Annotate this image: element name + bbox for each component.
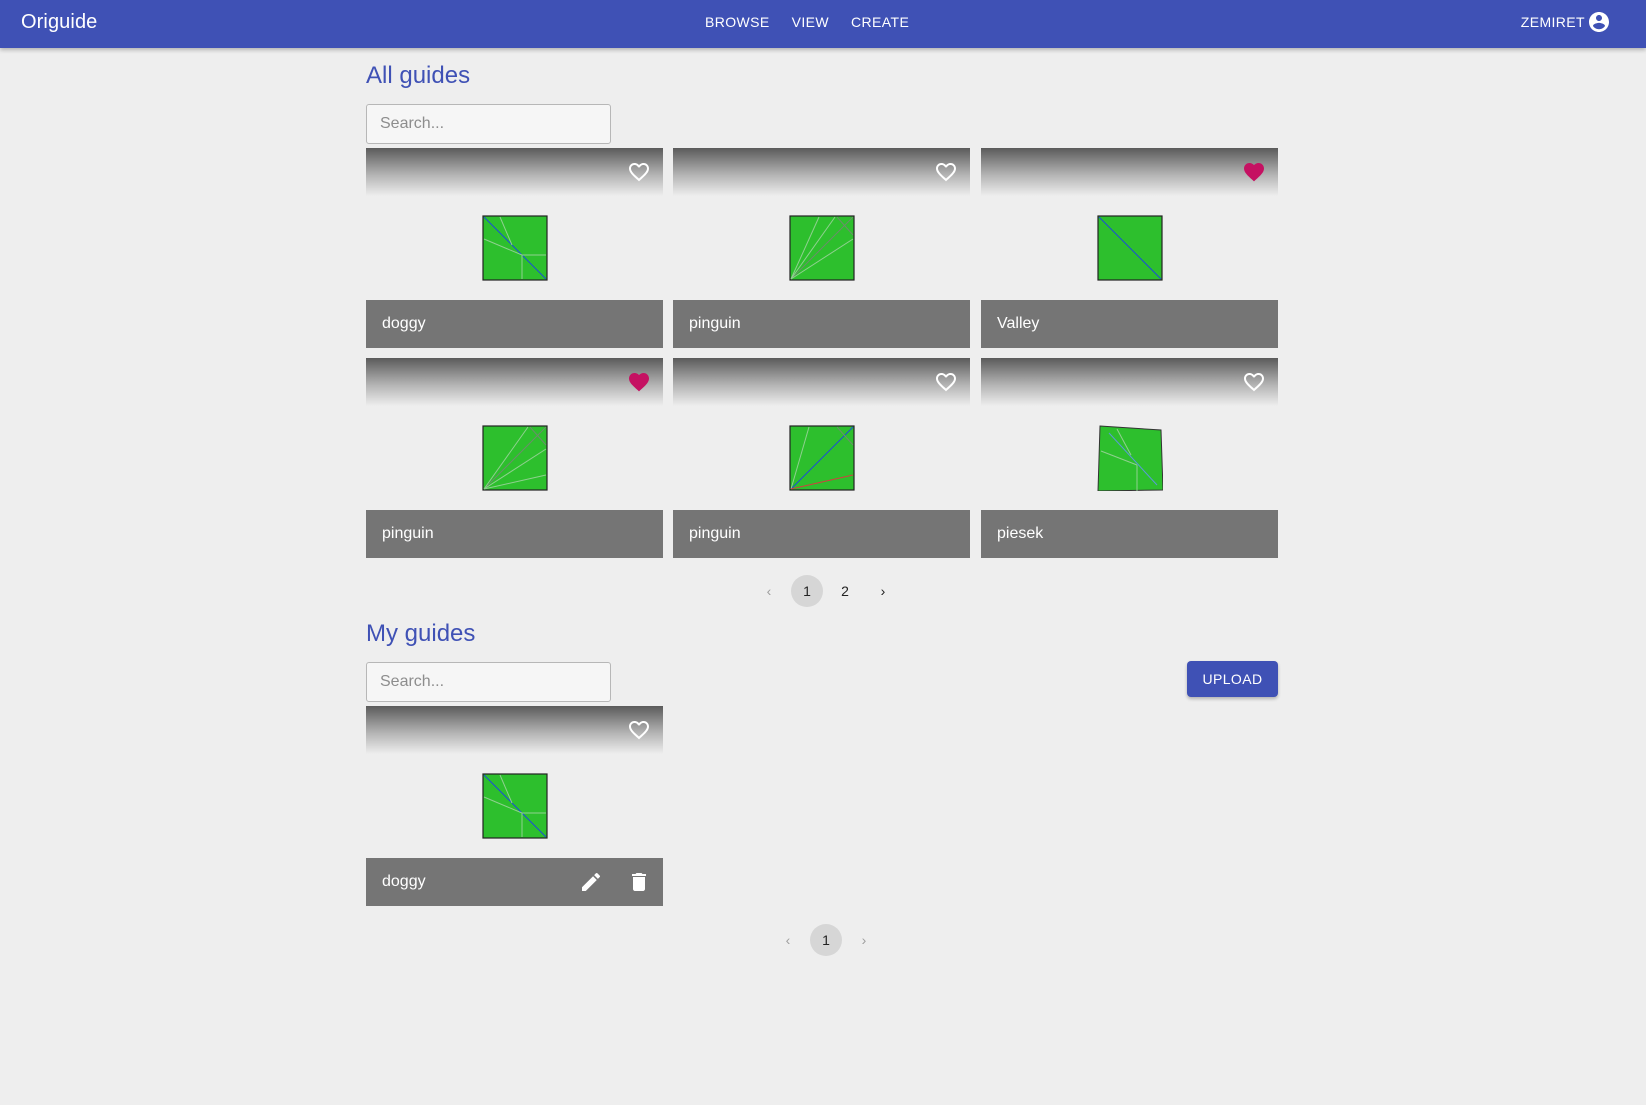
guide-card[interactable]: pinguin bbox=[673, 358, 970, 558]
page-1-button[interactable]: 1 bbox=[810, 924, 842, 956]
origami-thumbnail[interactable] bbox=[482, 425, 548, 491]
my-guides-pagination: ‹ 1 › bbox=[769, 924, 883, 956]
main-nav: BROWSE VIEW CREATE bbox=[694, 0, 920, 44]
guide-card[interactable]: pinguin bbox=[366, 358, 663, 558]
card-header-gradient bbox=[673, 358, 970, 406]
card-title-bar: doggy bbox=[366, 300, 663, 348]
guide-title: Valley bbox=[997, 315, 1040, 332]
origami-thumbnail[interactable] bbox=[482, 215, 548, 281]
favorite-filled-icon[interactable] bbox=[1242, 160, 1266, 184]
pencil-icon bbox=[582, 872, 601, 891]
page-2-button[interactable]: 2 bbox=[829, 575, 861, 607]
card-title-bar: piesek bbox=[981, 510, 1278, 558]
all-guides-pagination: ‹ 1 2 › bbox=[750, 575, 902, 607]
card-header-gradient bbox=[673, 148, 970, 196]
next-page-button[interactable]: › bbox=[848, 924, 880, 956]
guide-card[interactable]: doggy bbox=[366, 706, 663, 906]
page-1-button[interactable]: 1 bbox=[791, 575, 823, 607]
prev-page-button[interactable]: ‹ bbox=[753, 575, 785, 607]
favorite-outline-icon[interactable] bbox=[934, 370, 958, 394]
card-title-bar: Valley bbox=[981, 300, 1278, 348]
origami-thumbnail[interactable] bbox=[789, 425, 855, 491]
favorite-outline-icon[interactable] bbox=[1242, 370, 1266, 394]
guide-title: pinguin bbox=[382, 525, 434, 542]
username: ZEMIRET bbox=[1520, 14, 1585, 30]
nav-browse[interactable]: BROWSE bbox=[694, 8, 781, 36]
favorite-filled-icon[interactable] bbox=[627, 370, 651, 394]
prev-page-button[interactable]: ‹ bbox=[772, 924, 804, 956]
user-menu-button[interactable]: ZEMIRET bbox=[1521, 0, 1611, 44]
app-bar: Origuide BROWSE VIEW CREATE ZEMIRET bbox=[0, 0, 1646, 48]
upload-button[interactable]: UPLOAD bbox=[1187, 661, 1278, 697]
guide-card[interactable]: pinguin bbox=[673, 148, 970, 348]
origami-thumbnail[interactable] bbox=[1097, 425, 1163, 491]
card-header-gradient bbox=[366, 706, 663, 754]
guide-title: piesek bbox=[997, 525, 1044, 542]
origami-thumbnail[interactable] bbox=[1097, 215, 1163, 281]
nav-view[interactable]: VIEW bbox=[781, 8, 840, 36]
card-header-gradient bbox=[366, 358, 663, 406]
guide-title: pinguin bbox=[689, 315, 741, 332]
card-title-bar: pinguin bbox=[673, 510, 970, 558]
card-title-bar: pinguin bbox=[366, 510, 663, 558]
brand-title[interactable]: Origuide bbox=[21, 0, 97, 44]
card-header-gradient bbox=[981, 148, 1278, 196]
card-header-gradient bbox=[366, 148, 663, 196]
origami-thumbnail[interactable] bbox=[789, 215, 855, 281]
card-title-bar: pinguin bbox=[673, 300, 970, 348]
favorite-outline-icon[interactable] bbox=[934, 160, 958, 184]
trash-icon bbox=[632, 873, 646, 891]
guide-card[interactable]: piesek bbox=[981, 358, 1278, 558]
edit-button[interactable] bbox=[567, 858, 615, 906]
guide-title: doggy bbox=[382, 873, 426, 890]
my-guides-title: My guides bbox=[366, 620, 476, 647]
guide-title: pinguin bbox=[689, 525, 741, 542]
origami-thumbnail[interactable] bbox=[482, 773, 548, 839]
card-title-bar: doggy bbox=[366, 858, 663, 906]
guide-card[interactable]: Valley bbox=[981, 148, 1278, 348]
favorite-outline-icon[interactable] bbox=[627, 160, 651, 184]
guide-card[interactable]: doggy bbox=[366, 148, 663, 348]
delete-button[interactable] bbox=[615, 858, 663, 906]
account-circle-icon bbox=[1589, 12, 1609, 32]
all-guides-search-input[interactable] bbox=[366, 104, 611, 144]
all-guides-title: All guides bbox=[366, 62, 471, 89]
nav-create[interactable]: CREATE bbox=[840, 8, 920, 36]
guide-title: doggy bbox=[382, 315, 426, 332]
next-page-button[interactable]: › bbox=[867, 575, 899, 607]
card-header-gradient bbox=[981, 358, 1278, 406]
favorite-outline-icon[interactable] bbox=[627, 718, 651, 742]
my-guides-search-input[interactable] bbox=[366, 662, 611, 702]
